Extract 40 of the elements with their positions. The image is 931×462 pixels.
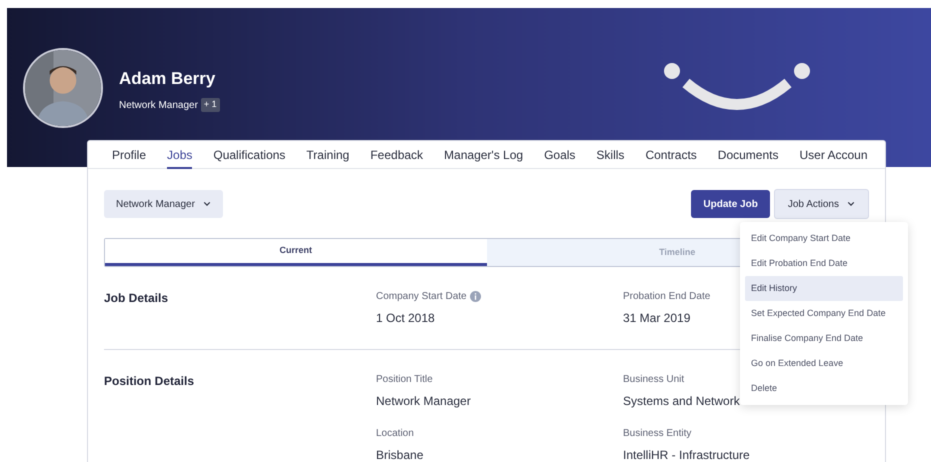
nav-tab[interactable]: Goals: [544, 140, 576, 168]
field-label: Business Entity: [623, 427, 692, 441]
field-label: Probation End Date: [623, 290, 710, 304]
nav-tab[interactable]: Jobs: [167, 140, 192, 168]
nav-tab[interactable]: Contracts: [645, 140, 697, 168]
field-label: Location: [376, 427, 414, 441]
update-job-button[interactable]: Update Job: [691, 190, 770, 218]
field-value: Network Manager: [376, 393, 471, 410]
job-selector[interactable]: Network Manager: [104, 190, 223, 218]
nav-tab[interactable]: User Accoun: [800, 140, 868, 168]
view-tab[interactable]: Current: [105, 239, 486, 266]
nav-tab[interactable]: Skills: [596, 140, 624, 168]
field-value: 31 Mar 2019: [623, 310, 690, 327]
nav-tab[interactable]: Documents: [718, 140, 778, 168]
nav-tab[interactable]: Feedback: [370, 140, 424, 168]
nav-tab[interactable]: Training: [306, 140, 350, 168]
nav-tab[interactable]: Manager's Log: [444, 140, 524, 168]
field-label: Business Unit: [623, 373, 684, 387]
job-actions-button[interactable]: Job Actions: [774, 189, 869, 219]
field-value: Systems and Network: [623, 393, 740, 410]
info-icon: [470, 291, 481, 302]
field-label: Position Title: [376, 373, 433, 387]
caret-icon: [847, 200, 855, 208]
menu-item[interactable]: Edit History: [745, 276, 903, 301]
menu-item[interactable]: Go on Extended Leave: [745, 351, 903, 376]
menu-item[interactable]: Finalise Company End Date: [745, 326, 903, 351]
field-label: Company Start Date: [376, 290, 467, 304]
nav-tab[interactable]: Profile: [112, 140, 146, 168]
field-value: 1 Oct 2018: [376, 310, 435, 327]
section-title: Job Details: [104, 290, 170, 307]
profile-name: Adam Berry: [119, 68, 216, 90]
field-value: IntelliHR - Infrastructure: [623, 447, 750, 462]
extra-jobs-badge: + 1: [200, 98, 220, 112]
caret-icon: [202, 200, 211, 208]
section-title: Position Details: [104, 373, 196, 390]
menu-item[interactable]: Delete: [745, 376, 903, 401]
menu-item[interactable]: Set Expected Company End Date: [745, 301, 903, 326]
field-value: Brisbane: [376, 447, 424, 462]
job-title: Network Manager: [119, 98, 198, 112]
nav-tab[interactable]: Qualifications: [213, 140, 286, 168]
